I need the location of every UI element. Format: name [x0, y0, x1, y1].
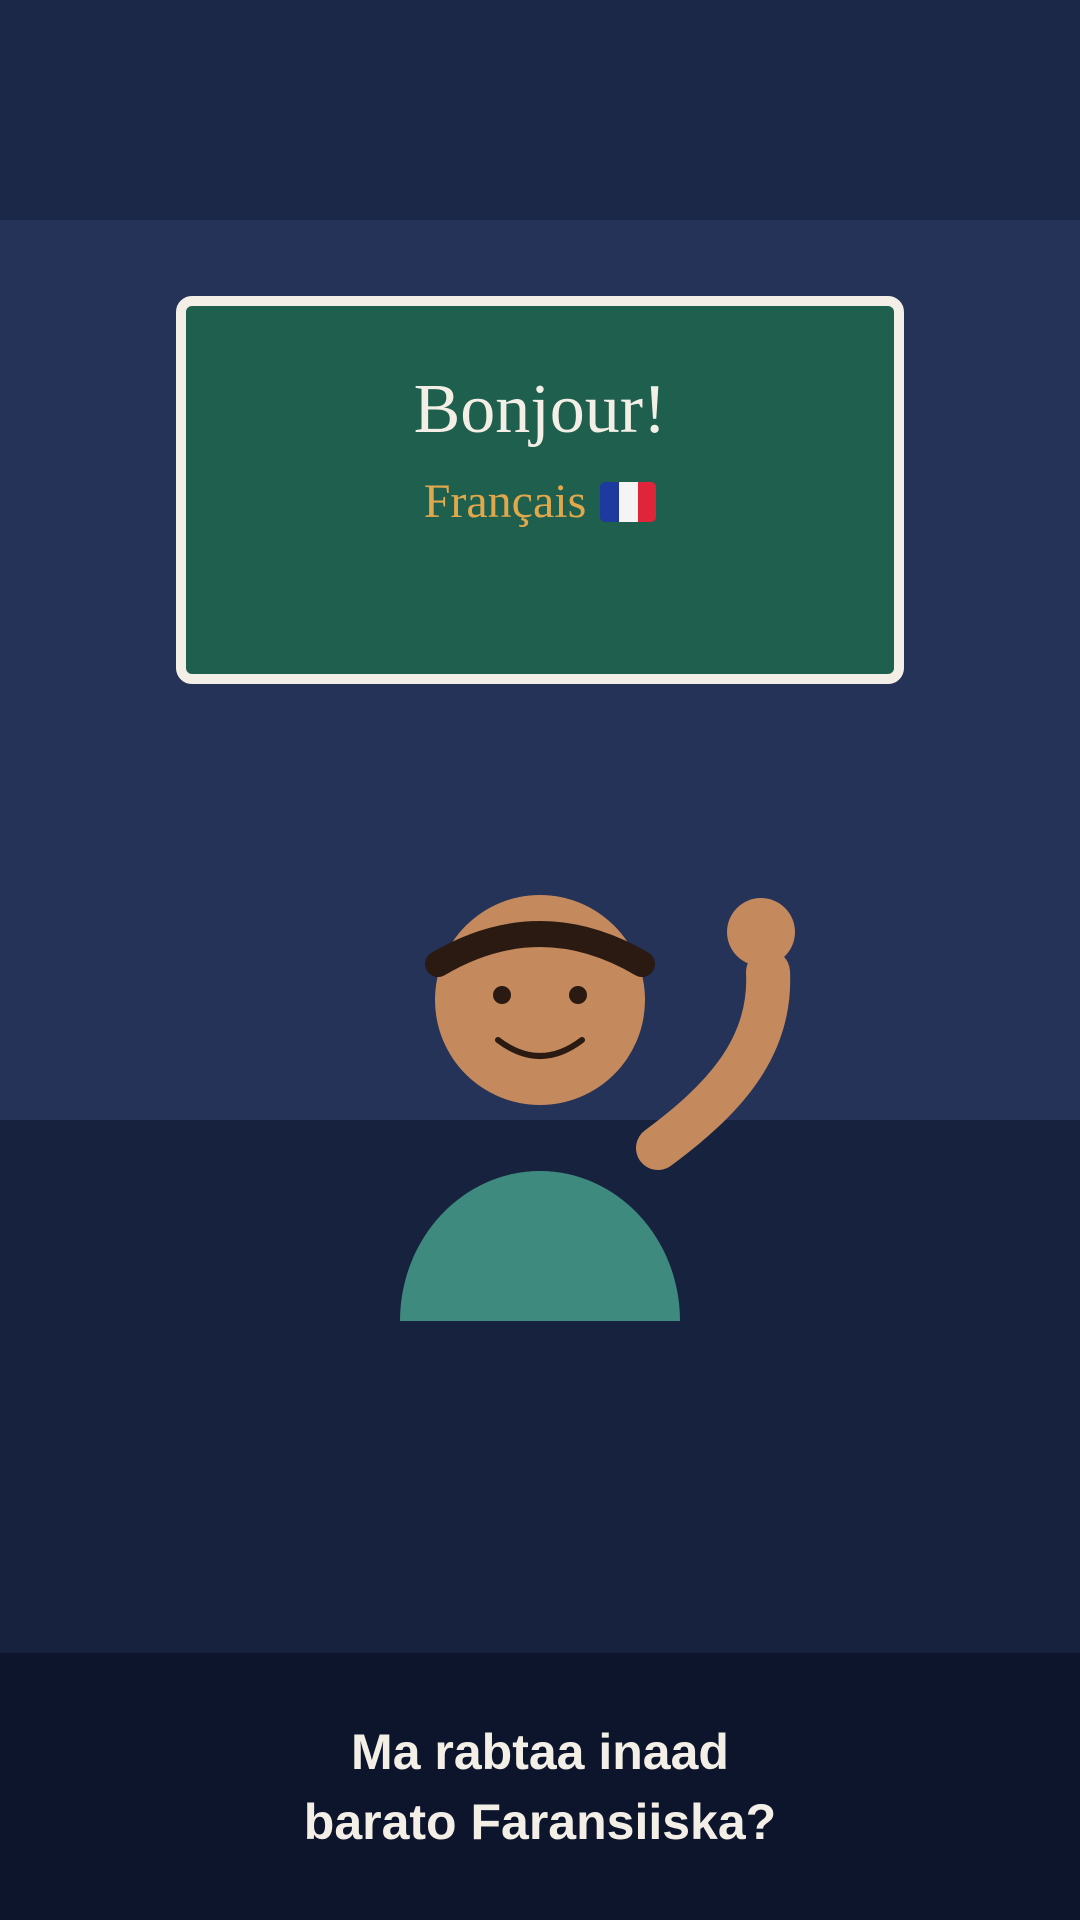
france-flag-icon [600, 482, 657, 522]
scene: Bonjour! Français Ma rabtaa inaad barato… [0, 0, 1080, 1920]
background-top [0, 0, 1080, 220]
raised-arm [636, 950, 791, 1170]
language-name: Français [423, 475, 587, 528]
caption-text: Ma rabtaa inaad barato Faransiiska? [90, 1717, 990, 1857]
chalkboard: Bonjour! Français [176, 296, 904, 684]
caption-bar: Ma rabtaa inaad barato Faransiiska? [0, 1653, 1080, 1920]
greeting-text: Bonjour! [413, 371, 667, 448]
caption-line-1: Ma rabtaa inaad [351, 1723, 729, 1780]
right-eye [569, 986, 587, 1004]
caption-line-2: barato Faransiiska? [303, 1793, 777, 1850]
hand [727, 898, 795, 966]
shirt-body [400, 1171, 680, 1321]
language-label: Français [186, 474, 894, 530]
left-eye [493, 986, 511, 1004]
waving-student [400, 895, 795, 1321]
